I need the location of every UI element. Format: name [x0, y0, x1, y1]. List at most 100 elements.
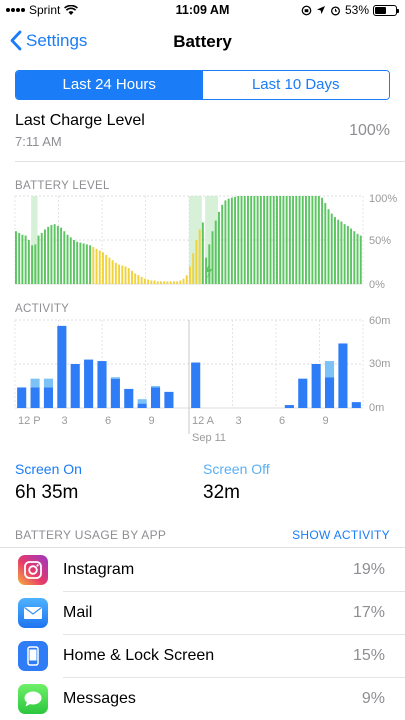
last-charge-row: Last Charge Level 7:11 AM 100%	[15, 112, 390, 149]
battery-bar	[247, 196, 249, 284]
activity-bar-screen-on	[97, 361, 107, 408]
activity-bar-screen-on	[164, 391, 174, 408]
battery-bar	[353, 231, 356, 284]
status-bar: Sprint 11:09 AM 53%	[0, 0, 405, 20]
app-percent: 17%	[352, 604, 385, 621]
activity-bar-screen-on	[17, 387, 27, 408]
screen-on-value: 6h 35m	[15, 482, 79, 503]
instagram-icon	[18, 555, 48, 585]
battery-bar	[56, 225, 59, 284]
battery-bar	[143, 278, 146, 284]
activity-x-tick: 3	[236, 415, 242, 427]
app-row-home-lock-screen[interactable]: Home & Lock Screen 15%	[0, 635, 405, 678]
battery-bar	[18, 232, 21, 284]
app-row-instagram[interactable]: Instagram 19%	[0, 549, 405, 592]
battery-bar	[89, 245, 92, 284]
activity-bar-screen-on	[84, 359, 94, 408]
battery-bar	[282, 196, 285, 284]
activity-bar-screen-on	[110, 378, 120, 408]
battery-bar	[259, 196, 262, 284]
battery-bar	[240, 196, 243, 284]
battery-bar	[24, 235, 27, 284]
activity-bar-screen-on	[70, 364, 80, 408]
battery-bar	[50, 225, 53, 284]
battery-bar	[237, 196, 240, 284]
activity-bar-screen-on	[284, 405, 294, 408]
activity-bar-screen-off	[137, 399, 147, 404]
battery-bar	[98, 250, 101, 284]
activity-x-tick: 12 P	[18, 415, 41, 427]
battery-percent: 53%	[344, 3, 369, 17]
battery-bar	[305, 196, 307, 284]
orientation-lock-icon	[301, 5, 312, 15]
battery-bar	[295, 196, 298, 284]
battery-bar	[301, 196, 304, 284]
battery-bar	[163, 281, 166, 284]
battery-bar	[176, 281, 179, 284]
segment-last-24-hours[interactable]: Last 24 Hours	[16, 71, 203, 99]
app-percent: 19%	[352, 561, 385, 578]
activity-bar-screen-on	[324, 377, 335, 408]
battery-bar	[214, 220, 217, 284]
mail-icon	[18, 598, 48, 628]
last-charge-title: Last Charge Level	[15, 112, 145, 129]
battery-bar	[21, 234, 24, 284]
activity-bar-screen-on	[57, 325, 67, 408]
messages-icon	[18, 684, 48, 714]
battery-bar	[218, 211, 220, 284]
show-activity-button[interactable]: SHOW ACTIVITY	[292, 528, 390, 542]
battery-bar	[66, 234, 69, 284]
battery-bar	[124, 266, 127, 284]
app-row-mail[interactable]: Mail 17%	[0, 592, 405, 635]
battery-bar	[221, 204, 224, 284]
battery-bar	[172, 281, 175, 284]
activity-bar-screen-on	[124, 388, 134, 408]
battery-bar	[288, 196, 291, 284]
segment-last-10-days[interactable]: Last 10 Days	[202, 71, 389, 99]
battery-bar	[147, 279, 150, 284]
battery-bar	[308, 196, 311, 284]
battery-bar	[134, 273, 137, 284]
time-range-control: Last 24 Hours Last 10 Days	[15, 70, 390, 100]
battery-bar	[40, 232, 43, 284]
battery-bar	[230, 197, 233, 284]
battery-bar	[279, 196, 282, 284]
battery-bar	[105, 254, 108, 284]
app-row-messages[interactable]: Messages 9%	[0, 678, 405, 720]
activity-bar-screen-on	[150, 387, 161, 408]
battery-bar	[285, 196, 288, 284]
battery-bar	[189, 266, 191, 284]
activity-x-tick: 9	[149, 415, 155, 427]
activity-chart: 60m 30m 0m Sep 11 12 P 3 6 9 12 A 3 6 9	[14, 315, 390, 444]
battery-bar	[118, 264, 121, 284]
battery-bar	[95, 248, 98, 284]
screen-off-label: Screen Off	[203, 461, 270, 477]
battery-bar	[330, 213, 333, 284]
battery-bar	[340, 221, 343, 284]
battery-bar	[53, 224, 56, 284]
divider	[0, 547, 405, 548]
battery-bar	[69, 237, 72, 284]
battery-bar	[195, 240, 198, 284]
battery-bar	[111, 260, 114, 284]
activity-bar-screen-on	[298, 378, 308, 408]
battery-bar	[102, 252, 104, 284]
battery-bar	[272, 196, 275, 284]
battery-icon	[373, 4, 399, 16]
battery-bar	[263, 196, 266, 284]
battery-bar	[346, 225, 349, 284]
battery-bar	[317, 196, 320, 284]
battery-level-title: BATTERY LEVEL	[15, 180, 110, 192]
battery-bar	[234, 196, 237, 284]
activity-x-tick: 3	[62, 415, 68, 427]
battery-bar	[314, 196, 317, 284]
battery-bar	[350, 228, 353, 284]
battery-bar	[160, 281, 162, 284]
battery-bar	[298, 196, 301, 284]
battery-bar	[311, 196, 314, 284]
battery-bar	[211, 231, 214, 284]
battery-bar	[337, 219, 340, 284]
battery-bar	[256, 196, 259, 284]
battery-bar	[359, 235, 362, 284]
activity-x-tick: 6	[279, 415, 285, 427]
